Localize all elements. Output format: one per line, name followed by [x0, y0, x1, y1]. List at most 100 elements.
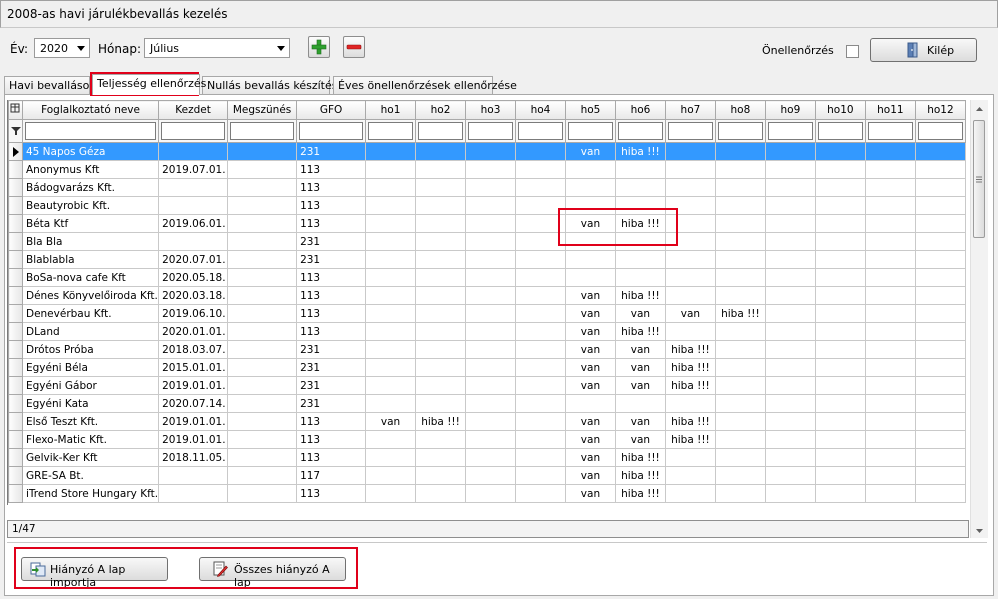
grid-cell[interactable]	[514, 232, 566, 251]
grid-cell[interactable]	[415, 484, 466, 503]
grid-cell[interactable]: 113	[296, 178, 367, 197]
grid-cell[interactable]	[227, 142, 298, 161]
grid-cell[interactable]	[864, 358, 916, 377]
grid-cell[interactable]	[714, 358, 766, 377]
grid-cell[interactable]	[465, 286, 516, 305]
row-indicator[interactable]	[8, 322, 23, 341]
table-row[interactable]: DLand 2020.01.01. 113 van hiba !!!	[8, 322, 966, 341]
grid-cell[interactable]	[614, 250, 666, 269]
grid-cell[interactable]: Egyéni Kata	[21, 394, 160, 413]
grid-cell[interactable]	[864, 412, 916, 431]
grid-cell[interactable]: hiba !!!	[614, 214, 666, 233]
grid-cell[interactable]: hiba !!!	[614, 484, 666, 503]
table-row[interactable]: Bla Bla 231	[8, 232, 966, 251]
grid-cell[interactable]: Béta Ktf	[21, 214, 160, 233]
grid-cell[interactable]	[614, 232, 666, 251]
grid-cell[interactable]	[714, 196, 766, 215]
grid-cell[interactable]: hiba !!!	[614, 448, 666, 467]
grid-cell[interactable]	[227, 376, 298, 395]
grid-cell[interactable]	[365, 358, 417, 377]
grid-cell[interactable]: van	[614, 304, 666, 323]
grid-cell[interactable]	[764, 286, 816, 305]
tab-nullas-bevallas[interactable]: Nullás bevallás készítése	[202, 76, 344, 94]
grid-cell[interactable]: hiba !!!	[664, 376, 716, 395]
column-header[interactable]: Megszünés	[227, 100, 298, 120]
vertical-scrollbar[interactable]	[970, 100, 988, 538]
table-row[interactable]: GRE-SA Bt. 117 van hiba !!!	[8, 466, 966, 485]
grid-cell[interactable]	[864, 322, 916, 341]
table-row[interactable]: Egyéni Gábor 2019.01.01. 231 van van hiba !!!	[8, 376, 966, 395]
grid-cell[interactable]: 113	[296, 448, 367, 467]
grid-cell[interactable]	[227, 232, 298, 251]
grid-cell[interactable]	[365, 214, 417, 233]
table-row[interactable]: Anonymus Kft 2019.07.01. 113	[8, 160, 966, 179]
filter-input[interactable]	[418, 122, 463, 140]
column-header[interactable]: Kezdet	[158, 100, 229, 120]
grid-cell[interactable]	[514, 196, 566, 215]
grid-cell[interactable]: 2018.11.05.	[158, 448, 229, 467]
grid-cell[interactable]	[914, 412, 966, 431]
filter-input[interactable]	[667, 122, 713, 140]
grid-cell[interactable]	[914, 394, 966, 413]
filter-input[interactable]	[468, 122, 513, 140]
grid-cell[interactable]	[415, 394, 466, 413]
grid-cell[interactable]: hiba !!!	[664, 358, 716, 377]
grid-cell[interactable]	[714, 412, 766, 431]
grid-cell[interactable]	[227, 340, 298, 359]
tab-eves-onellenorzesek[interactable]: Éves önellenőrzések ellenőrzése	[333, 76, 517, 94]
grid-cell[interactable]	[465, 268, 516, 287]
grid-cell[interactable]	[664, 178, 716, 197]
grid-cell[interactable]: van	[564, 358, 616, 377]
grid-cell[interactable]	[227, 484, 298, 503]
table-row[interactable]: Flexo-Matic Kft. 2019.01.01. 113 van van hiba…	[8, 430, 966, 449]
filter-input[interactable]	[299, 122, 364, 140]
grid-cell[interactable]: van	[614, 358, 666, 377]
remove-button[interactable]	[343, 36, 365, 58]
filter-input[interactable]	[24, 122, 157, 140]
row-indicator[interactable]	[8, 196, 23, 215]
grid-cell[interactable]	[465, 142, 516, 161]
grid-cell[interactable]: hiba !!!	[614, 466, 666, 485]
grid-cell[interactable]	[365, 160, 417, 179]
grid-cell[interactable]	[365, 322, 417, 341]
row-indicator[interactable]	[8, 178, 23, 197]
grid-cell[interactable]	[714, 214, 766, 233]
grid-cell[interactable]: 231	[296, 340, 367, 359]
grid-cell[interactable]	[864, 160, 916, 179]
grid-cell[interactable]: 231	[296, 250, 367, 269]
grid-cell[interactable]	[914, 232, 966, 251]
grid-cell[interactable]: van	[564, 142, 616, 161]
year-select[interactable]: 2020	[34, 38, 90, 58]
grid-cell[interactable]	[764, 484, 816, 503]
grid-cell[interactable]	[415, 142, 466, 161]
grid-cell[interactable]	[764, 232, 816, 251]
grid-cell[interactable]: 231	[296, 142, 367, 161]
table-row[interactable]: Béta Ktf 2019.06.01. 113 van hiba !!!	[8, 214, 966, 233]
row-indicator[interactable]	[8, 358, 23, 377]
grid-cell[interactable]	[227, 394, 298, 413]
grid-cell[interactable]	[864, 484, 916, 503]
grid-cell[interactable]	[465, 232, 516, 251]
grid-cell[interactable]	[514, 376, 566, 395]
grid-cell[interactable]	[514, 430, 566, 449]
table-row[interactable]: Első Teszt Kft. 2019.01.01. 113 van hiba !!!…	[8, 412, 966, 431]
add-button[interactable]	[308, 36, 330, 58]
grid-cell[interactable]	[814, 448, 866, 467]
grid-cell[interactable]	[864, 232, 916, 251]
grid-cell[interactable]: 113	[296, 484, 367, 503]
grid-cell[interactable]: Első Teszt Kft.	[21, 412, 160, 431]
grid-cell[interactable]	[764, 160, 816, 179]
column-header[interactable]: ho12	[914, 100, 966, 120]
grid-cell[interactable]: van	[614, 340, 666, 359]
tab-teljesseg-ellenorzes[interactable]: Teljesség ellenőrzés	[92, 74, 206, 95]
grid-cell[interactable]	[465, 340, 516, 359]
grid-cell[interactable]: Denevérbau Kft.	[21, 304, 160, 323]
grid-cell[interactable]	[764, 304, 816, 323]
grid-cell[interactable]	[564, 394, 616, 413]
scrollbar-thumb[interactable]	[973, 120, 985, 238]
table-row[interactable]: Bádogvarázs Kft. 113	[8, 178, 966, 197]
grid-cell[interactable]: Bla Bla	[21, 232, 160, 251]
grid-cell[interactable]	[614, 160, 666, 179]
grid-cell[interactable]: van	[564, 376, 616, 395]
grid-cell[interactable]	[465, 196, 516, 215]
